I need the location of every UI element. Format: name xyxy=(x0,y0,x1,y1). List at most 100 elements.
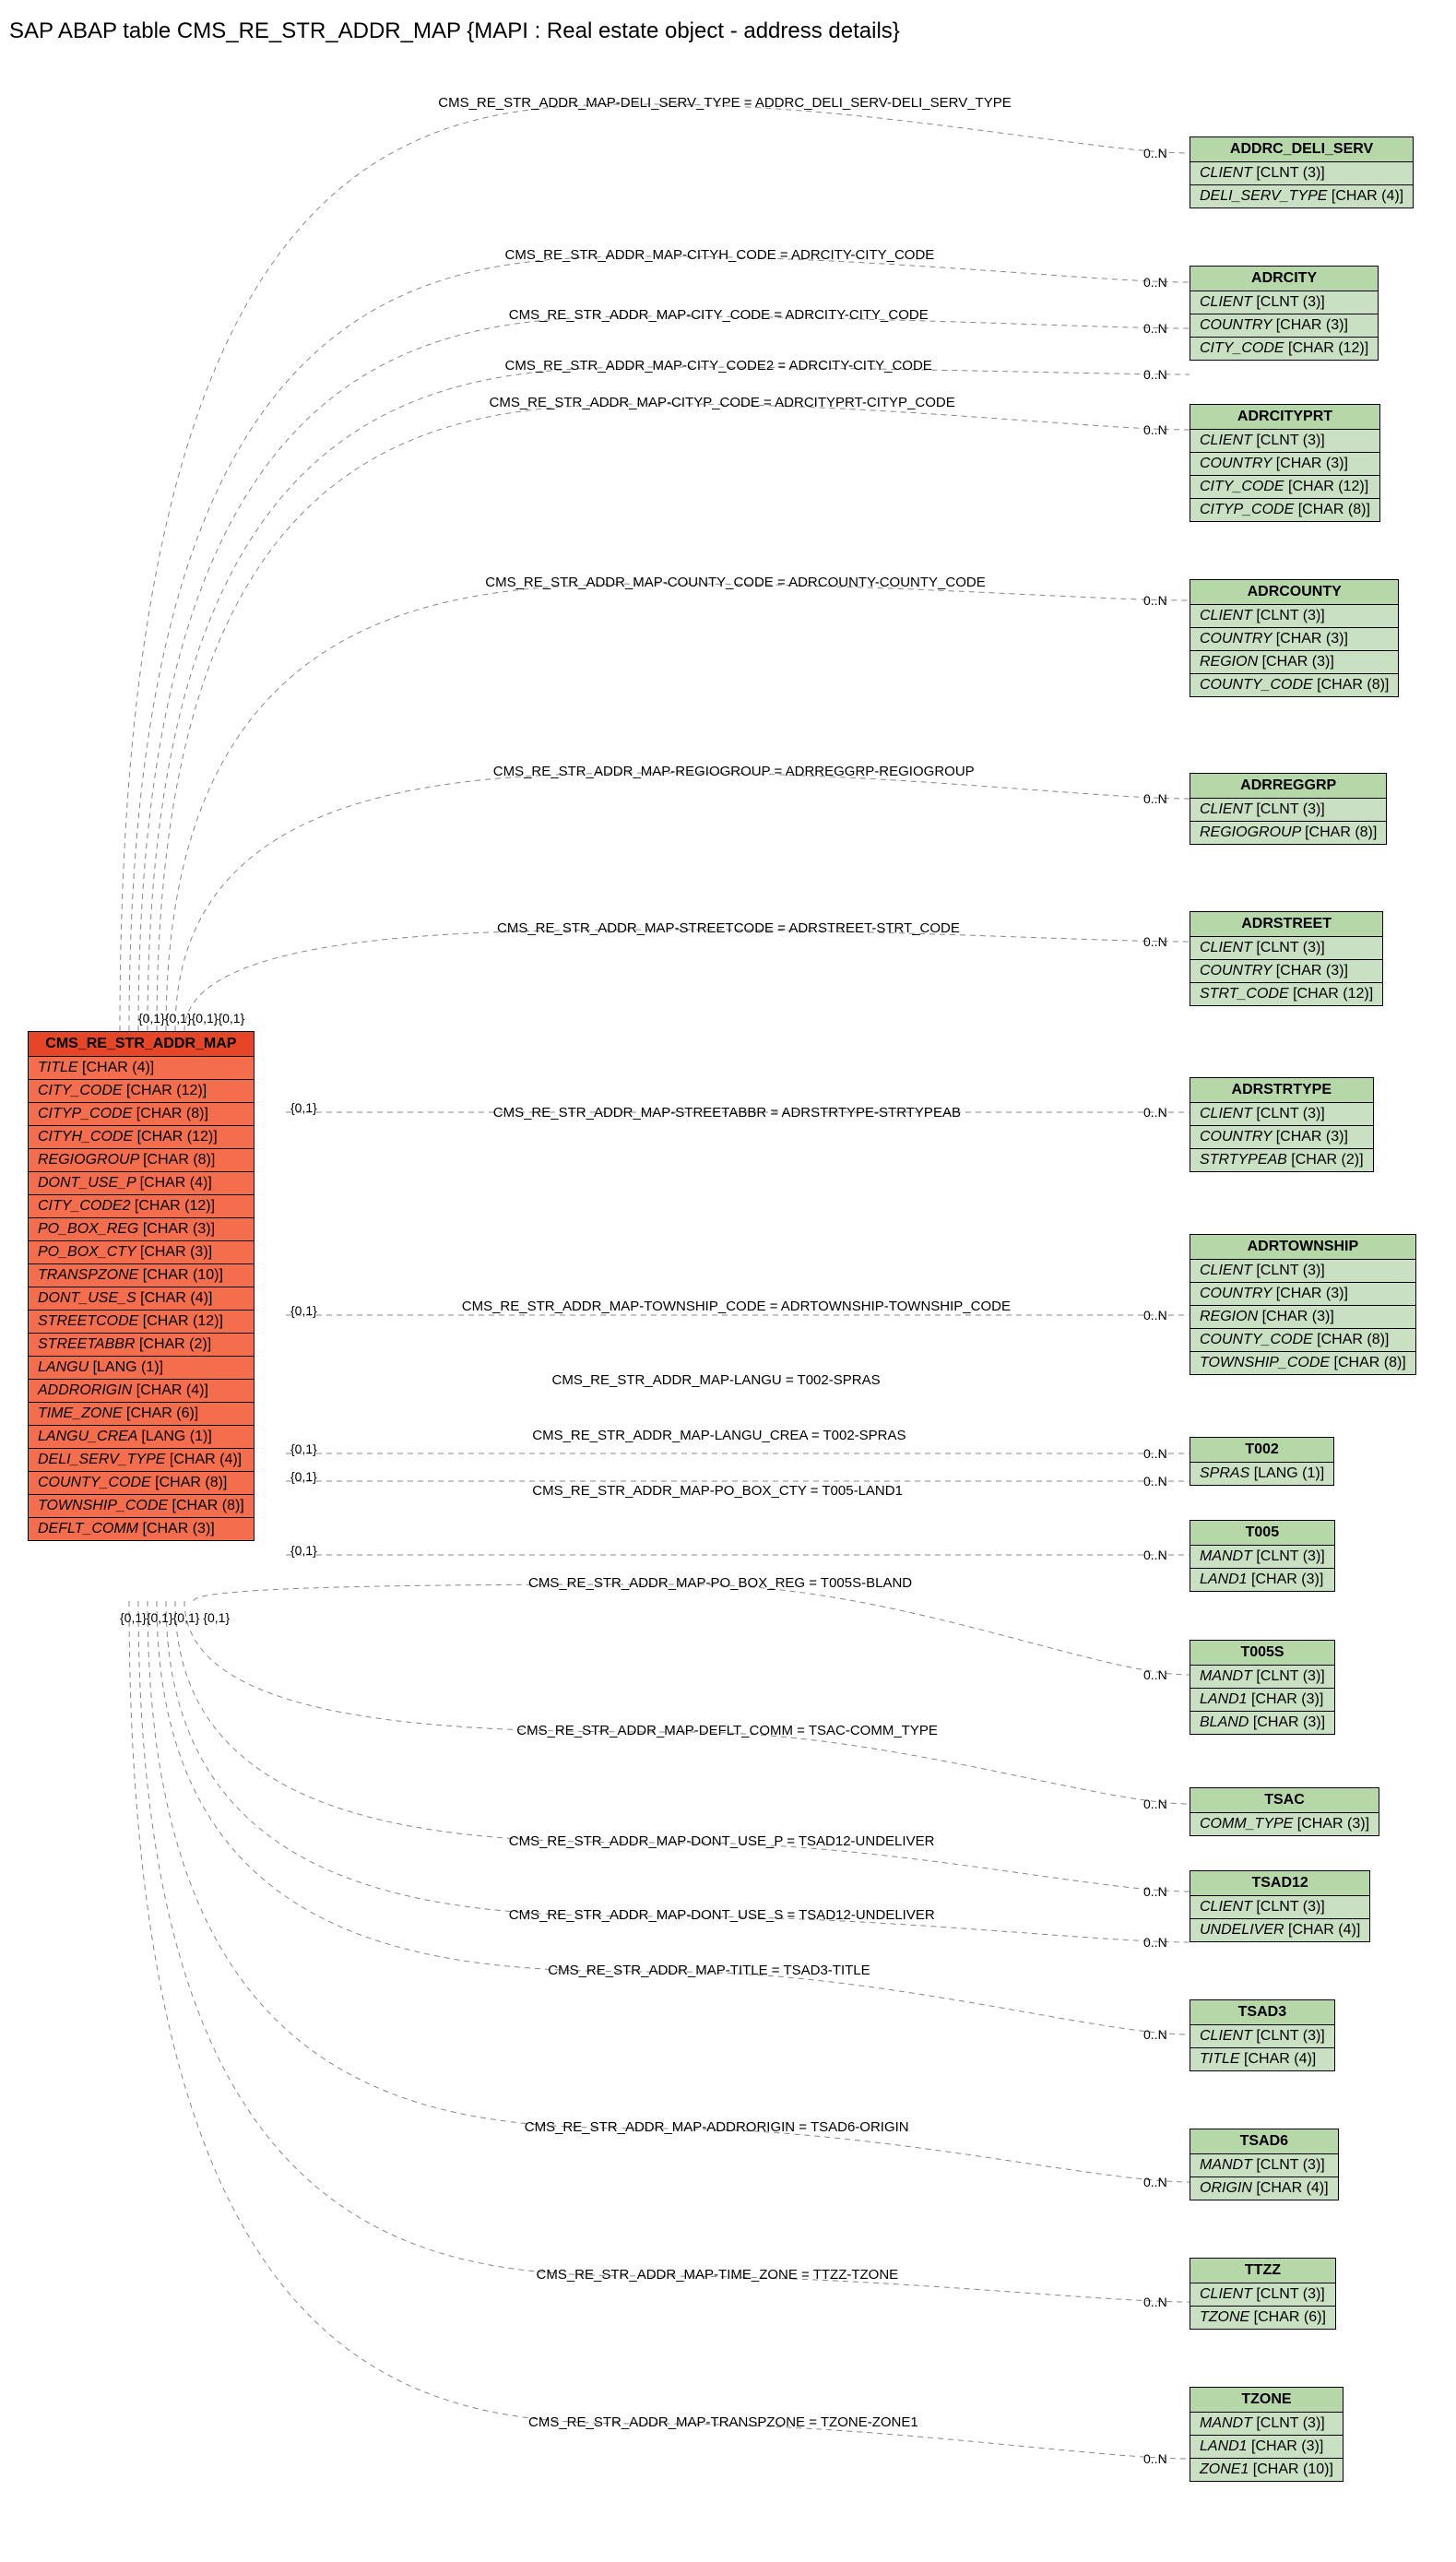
relation-label: CMS_RE_STR_ADDR_MAP-TIME_ZONE = TTZZ-TZO… xyxy=(537,2267,899,2283)
relation-label: CMS_RE_STR_ADDR_MAP-LANGU = T002-SPRAS xyxy=(552,1372,881,1388)
main-card-bottom: {0,1}{0,1}{0,1} {0,1} xyxy=(120,1610,230,1625)
main-entity-field: CITY_CODE [CHAR (12)] xyxy=(29,1080,254,1103)
right-cardinality: 0..N xyxy=(1143,422,1167,437)
ref-entity-adrstreet: ADRSTREETCLIENT [CLNT (3)]COUNTRY [CHAR … xyxy=(1190,911,1383,1006)
right-cardinality: 0..N xyxy=(1143,275,1167,290)
er-diagram: CMS_RE_STR_ADDR_MAP TITLE [CHAR (4)]CITY… xyxy=(9,63,1447,2553)
main-entity-field: TITLE [CHAR (4)] xyxy=(29,1057,254,1080)
left-cardinality: {0,1} xyxy=(290,1441,317,1456)
main-entity-field: TIME_ZONE [CHAR (6)] xyxy=(29,1403,254,1426)
right-cardinality: 0..N xyxy=(1143,791,1167,806)
ref-entity-adrcityprt: ADRCITYPRTCLIENT [CLNT (3)]COUNTRY [CHAR… xyxy=(1190,404,1380,522)
ref-entity-field: COUNTRY [CHAR (3)] xyxy=(1190,960,1382,983)
ref-entity-field: COUNTRY [CHAR (3)] xyxy=(1190,1283,1415,1306)
main-entity-field: ADDRORIGIN [CHAR (4)] xyxy=(29,1380,254,1403)
ref-entity-field: TITLE [CHAR (4)] xyxy=(1190,2048,1334,2070)
left-cardinality: {0,1} xyxy=(290,1100,317,1115)
relation-label: CMS_RE_STR_ADDR_MAP-TITLE = TSAD3-TITLE xyxy=(548,1963,870,1978)
ref-entity-field: CITYP_CODE [CHAR (8)] xyxy=(1190,499,1379,521)
relation-label: CMS_RE_STR_ADDR_MAP-ADDRORIGIN = TSAD6-O… xyxy=(525,2119,909,2135)
ref-entity-field: LAND1 [CHAR (3)] xyxy=(1190,1689,1334,1712)
ref-entity-field: CLIENT [CLNT (3)] xyxy=(1190,291,1378,314)
main-entity: CMS_RE_STR_ADDR_MAP TITLE [CHAR (4)]CITY… xyxy=(28,1031,255,1541)
main-entity-field: CITYH_CODE [CHAR (12)] xyxy=(29,1126,254,1149)
main-entity-field: REGIOGROUP [CHAR (8)] xyxy=(29,1149,254,1172)
ref-entity-field: CITY_CODE [CHAR (12)] xyxy=(1190,338,1378,360)
right-cardinality: 0..N xyxy=(1143,2175,1167,2189)
relation-label: CMS_RE_STR_ADDR_MAP-STREETCODE = ADRSTRE… xyxy=(497,920,960,936)
ref-entity-field: UNDELIVER [CHAR (4)] xyxy=(1190,1919,1369,1941)
ref-entity-header: T002 xyxy=(1190,1438,1333,1463)
ref-entity-header: TTZZ xyxy=(1190,2259,1335,2283)
ref-entity-field: COUNTRY [CHAR (3)] xyxy=(1190,628,1398,651)
ref-entity-field: REGIOGROUP [CHAR (8)] xyxy=(1190,822,1386,844)
right-cardinality: 0..N xyxy=(1143,1446,1167,1461)
main-entity-field: TOWNSHIP_CODE [CHAR (8)] xyxy=(29,1495,254,1518)
ref-entity-field: COMM_TYPE [CHAR (3)] xyxy=(1190,1813,1379,1835)
ref-entity-field: CLIENT [CLNT (3)] xyxy=(1190,430,1379,453)
ref-entity-header: ADRCITY xyxy=(1190,267,1378,291)
ref-entity-field: MANDT [CLNT (3)] xyxy=(1190,1666,1334,1689)
relation-label: CMS_RE_STR_ADDR_MAP-DONT_USE_P = TSAD12-… xyxy=(509,1833,935,1849)
right-cardinality: 0..N xyxy=(1143,1884,1167,1899)
relation-label: CMS_RE_STR_ADDR_MAP-DEFLT_COMM = TSAC-CO… xyxy=(516,1723,938,1738)
ref-entity-field: COUNTRY [CHAR (3)] xyxy=(1190,453,1379,476)
right-cardinality: 0..N xyxy=(1143,1797,1167,1811)
right-cardinality: 0..N xyxy=(1143,1474,1167,1489)
main-entity-field: PO_BOX_REG [CHAR (3)] xyxy=(29,1218,254,1241)
main-entity-field: DEFLT_COMM [CHAR (3)] xyxy=(29,1518,254,1540)
ref-entity-field: CLIENT [CLNT (3)] xyxy=(1190,1260,1415,1283)
ref-entity-header: T005 xyxy=(1190,1521,1334,1546)
right-cardinality: 0..N xyxy=(1143,321,1167,336)
right-cardinality: 0..N xyxy=(1143,1935,1167,1950)
left-cardinality: {0,1} xyxy=(290,1469,317,1484)
ref-entity-header: TSAD6 xyxy=(1190,2129,1338,2154)
right-cardinality: 0..N xyxy=(1143,1105,1167,1120)
right-cardinality: 0..N xyxy=(1143,1548,1167,1562)
ref-entity-field: LAND1 [CHAR (3)] xyxy=(1190,1569,1334,1591)
relation-label: CMS_RE_STR_ADDR_MAP-TRANSPZONE = TZONE-Z… xyxy=(528,2414,918,2430)
ref-entity-field: SPRAS [LANG (1)] xyxy=(1190,1463,1333,1485)
right-cardinality: 0..N xyxy=(1143,934,1167,949)
ref-entity-field: CLIENT [CLNT (3)] xyxy=(1190,2025,1334,2048)
main-entity-field: DONT_USE_P [CHAR (4)] xyxy=(29,1172,254,1195)
ref-entity-adrcity: ADRCITYCLIENT [CLNT (3)]COUNTRY [CHAR (3… xyxy=(1190,266,1379,361)
main-card-top: {0,1}{0,1}{0,1}{0,1} xyxy=(138,1011,244,1026)
left-cardinality: {0,1} xyxy=(290,1543,317,1558)
relation-label: CMS_RE_STR_ADDR_MAP-DONT_USE_S = TSAD12-… xyxy=(509,1907,935,1923)
ref-entity-field: CLIENT [CLNT (3)] xyxy=(1190,2283,1335,2307)
main-entity-field: STREETABBR [CHAR (2)] xyxy=(29,1334,254,1357)
ref-entity-field: TOWNSHIP_CODE [CHAR (8)] xyxy=(1190,1352,1415,1374)
ref-entity-header: TSAC xyxy=(1190,1788,1379,1813)
relation-label: CMS_RE_STR_ADDR_MAP-COUNTY_CODE = ADRCOU… xyxy=(485,575,985,590)
ref-entity-adrtownship: ADRTOWNSHIPCLIENT [CLNT (3)]COUNTRY [CHA… xyxy=(1190,1234,1416,1375)
ref-entity-tzone: TZONEMANDT [CLNT (3)]LAND1 [CHAR (3)]ZON… xyxy=(1190,2387,1344,2482)
ref-entity-field: REGION [CHAR (3)] xyxy=(1190,1306,1415,1329)
ref-entity-header: ADRSTRTYPE xyxy=(1190,1078,1373,1103)
relation-label: CMS_RE_STR_ADDR_MAP-CITYH_CODE = ADRCITY… xyxy=(505,247,935,263)
ref-entity-tsad12: TSAD12CLIENT [CLNT (3)]UNDELIVER [CHAR (… xyxy=(1190,1870,1370,1942)
ref-entity-tsad6: TSAD6MANDT [CLNT (3)]ORIGIN [CHAR (4)] xyxy=(1190,2129,1339,2200)
right-cardinality: 0..N xyxy=(1143,367,1167,382)
main-entity-field: CITY_CODE2 [CHAR (12)] xyxy=(29,1195,254,1218)
ref-entity-field: CITY_CODE [CHAR (12)] xyxy=(1190,476,1379,499)
ref-entity-header: T005S xyxy=(1190,1641,1334,1666)
ref-entity-header: ADRCITYPRT xyxy=(1190,405,1379,430)
ref-entity-field: BLAND [CHAR (3)] xyxy=(1190,1712,1334,1734)
ref-entity-field: ORIGIN [CHAR (4)] xyxy=(1190,2177,1338,2200)
relation-label: CMS_RE_STR_ADDR_MAP-REGIOGROUP = ADRREGG… xyxy=(493,764,975,779)
right-cardinality: 0..N xyxy=(1143,2027,1167,2042)
ref-entity-header: ADRSTREET xyxy=(1190,912,1382,937)
ref-entity-field: CLIENT [CLNT (3)] xyxy=(1190,1103,1373,1126)
ref-entity-field: COUNTRY [CHAR (3)] xyxy=(1190,1126,1373,1149)
ref-entity-field: ZONE1 [CHAR (10)] xyxy=(1190,2459,1343,2481)
ref-entity-field: MANDT [CLNT (3)] xyxy=(1190,2413,1343,2436)
ref-entity-field: COUNTRY [CHAR (3)] xyxy=(1190,314,1378,338)
ref-entity-field: TZONE [CHAR (6)] xyxy=(1190,2307,1335,2329)
relation-label: CMS_RE_STR_ADDR_MAP-CITY_CODE2 = ADRCITY… xyxy=(505,358,932,374)
ref-entity-field: STRT_CODE [CHAR (12)] xyxy=(1190,983,1382,1005)
right-cardinality: 0..N xyxy=(1143,1667,1167,1682)
main-entity-field: STREETCODE [CHAR (12)] xyxy=(29,1311,254,1334)
ref-entity-header: ADRTOWNSHIP xyxy=(1190,1235,1415,1260)
ref-entity-t005: T005MANDT [CLNT (3)]LAND1 [CHAR (3)] xyxy=(1190,1520,1335,1592)
